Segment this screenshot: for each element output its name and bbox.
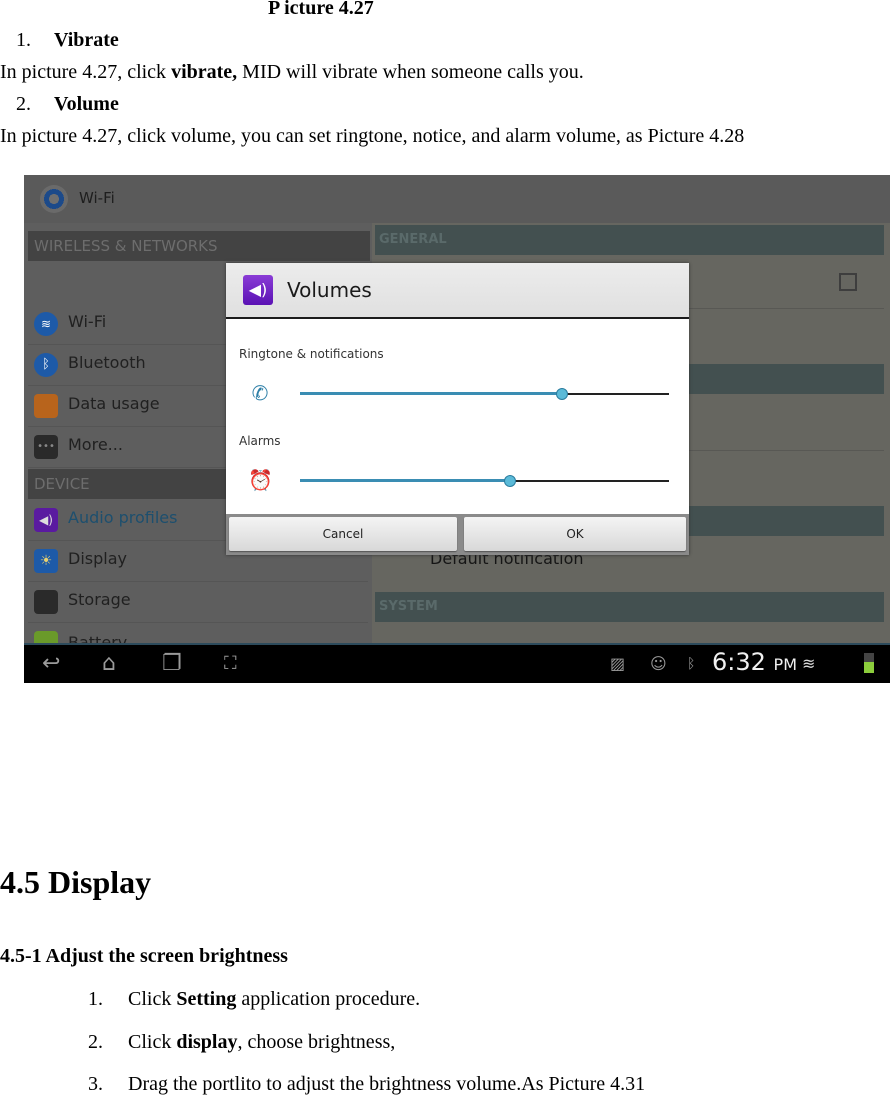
wifi-signal-icon: ≋ — [802, 654, 816, 673]
data-usage-icon — [34, 394, 58, 418]
list-heading-vibrate: 1. Vibrate — [16, 29, 119, 52]
gallery-notification-icon[interactable]: ▨ — [610, 651, 625, 677]
step-text: Drag the portlito to adjust the brightne… — [128, 1073, 646, 1095]
step-number: 2. — [88, 1031, 103, 1053]
action-bar-title: Wi-Fi — [79, 189, 115, 207]
step-number: 1. — [88, 988, 103, 1010]
paragraph-text: MID will vibrate when someone calls you. — [237, 61, 584, 83]
list-number: 2. — [16, 93, 31, 115]
dialog-body: Ringtone & notifications ✆ Alarms ⏰ — [226, 319, 689, 514]
slider-thumb[interactable] — [555, 388, 568, 400]
list-heading-title: Vibrate — [54, 29, 119, 51]
list-heading-volume: 2. Volume — [16, 93, 119, 116]
sidebar-item-label: Display — [68, 549, 127, 568]
storage-icon — [34, 590, 58, 614]
bluetooth-status-icon: ᛒ — [687, 656, 696, 672]
wifi-icon: ≋ — [34, 312, 58, 336]
section-header-wireless: WIRELESS & NETWORKS — [28, 231, 370, 261]
bluetooth-icon: ᛒ — [34, 353, 58, 377]
slider-thumb[interactable] — [504, 475, 517, 487]
cancel-button[interactable]: Cancel — [229, 517, 457, 551]
alarms-label: Alarms — [239, 434, 281, 448]
step-1: 1. Click Setting application procedure. — [88, 988, 420, 1011]
step-number: 3. — [88, 1073, 103, 1095]
display-icon: ☀ — [34, 549, 58, 573]
ok-button[interactable]: OK — [464, 517, 686, 551]
step-bold: display — [176, 1031, 238, 1053]
step-bold: Setting — [176, 988, 237, 1010]
ringtone-label: Ringtone & notifications — [239, 347, 384, 361]
recent-apps-icon[interactable]: ❐ — [162, 651, 182, 677]
slider-fill — [300, 479, 511, 482]
subsection-heading: 4.5-1 Adjust the screen brightness — [0, 945, 288, 967]
battery-status-icon — [864, 653, 874, 673]
slider-fill — [300, 392, 562, 395]
dialog-header: ◀) Volumes — [226, 263, 689, 319]
status-clock[interactable]: 6:32 PM — [712, 648, 797, 676]
message-notification-icon[interactable]: ☺ — [650, 651, 667, 677]
step-text: , choose brightness, — [237, 1031, 396, 1053]
action-bar: Wi-Fi — [24, 175, 890, 224]
clock-time: 6:32 — [712, 648, 766, 676]
step-text: Click — [128, 988, 177, 1010]
sidebar-item-label: Bluetooth — [68, 353, 146, 372]
volumes-dialog: ◀) Volumes Ringtone & notifications ✆ Al… — [226, 263, 689, 555]
sidebar-item-label: Wi-Fi — [68, 312, 107, 331]
dialog-title: Volumes — [287, 278, 372, 302]
volume-icon: ◀) — [243, 275, 273, 305]
list-number: 1. — [16, 29, 31, 51]
sidebar-item-label: Data usage — [68, 394, 160, 413]
section-header-system: SYSTEM — [375, 592, 884, 622]
android-settings-screenshot: Wi-Fi WIRELESS & NETWORKS ≋ Wi-Fi ᛒ Blue… — [24, 175, 890, 683]
list-heading-title: Volume — [54, 93, 119, 115]
screenshot-icon[interactable]: ⛶ — [224, 651, 237, 677]
step-text: application procedure. — [236, 988, 421, 1010]
ringtone-icon: ✆ — [251, 381, 269, 405]
system-navigation-bar: ↩ ⌂ ❐ ⛶ ▨ ☺ ᛒ 6:32 PM ≋ — [24, 643, 890, 683]
figure-caption: P icture 4.27 — [268, 0, 374, 19]
ringtone-volume-slider[interactable] — [300, 387, 669, 401]
step-2: 2. Click display, choose brightness, — [88, 1031, 395, 1054]
step-3: 3. Drag the portlito to adjust the bright… — [88, 1073, 645, 1096]
sidebar-item-label: Audio profiles — [68, 508, 178, 527]
section-header-general: GENERAL — [375, 225, 884, 255]
sidebar-item-label: More... — [68, 435, 123, 454]
audio-profiles-icon: ◀) — [34, 508, 58, 532]
section-heading: 4.5 Display — [0, 864, 152, 900]
alarm-volume-slider[interactable] — [300, 474, 669, 488]
home-icon[interactable]: ⌂ — [102, 651, 116, 677]
settings-gear-icon — [40, 185, 68, 213]
paragraph-text: In picture 4.27, click — [0, 61, 172, 83]
step-text: Click — [128, 1031, 177, 1053]
sidebar-item-label: Storage — [68, 590, 131, 609]
sidebar-item-storage[interactable]: Storage — [28, 581, 368, 623]
more-icon: ••• — [34, 435, 58, 459]
clock-ampm: PM — [773, 655, 797, 674]
vibrate-checkbox[interactable] — [839, 273, 857, 291]
paragraph-volume: In picture 4.27, click volume, you can s… — [0, 125, 745, 147]
back-icon[interactable]: ↩ — [42, 651, 60, 677]
alarm-icon: ⏰ — [248, 468, 273, 492]
paragraph-vibrate: In picture 4.27, click vibrate, MID will… — [0, 61, 584, 84]
paragraph-bold: vibrate, — [171, 61, 238, 83]
